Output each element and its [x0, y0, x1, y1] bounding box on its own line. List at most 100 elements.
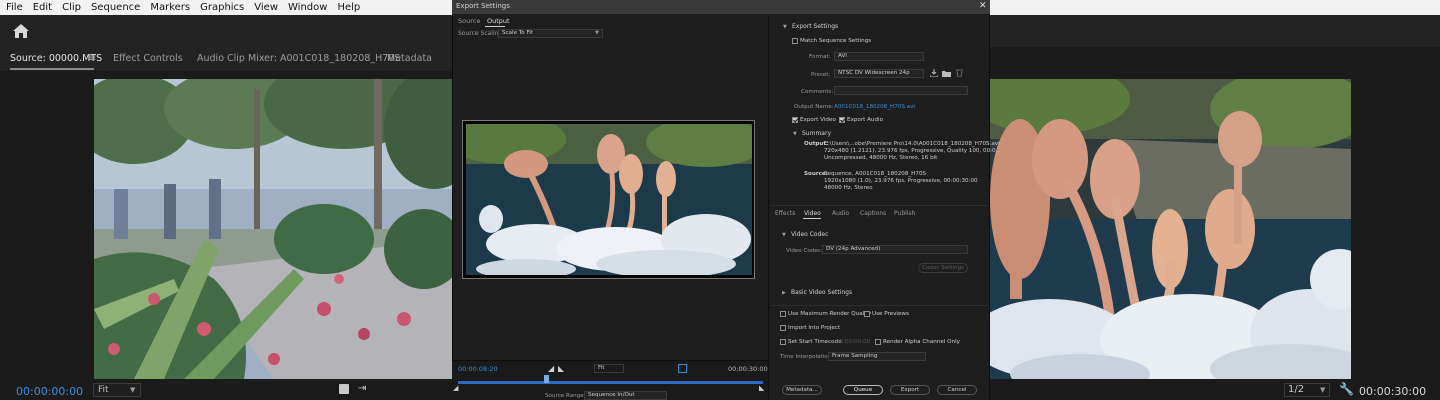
summary-output-line: C:\Users\...obe\Premiere Pro\14.0\A001C0…: [824, 141, 1000, 147]
close-icon[interactable]: ✕: [979, 1, 987, 11]
max-render-quality-checkbox[interactable]: [780, 311, 786, 317]
transport-icon[interactable]: ⇥: [358, 383, 366, 394]
collapse-triangle-icon[interactable]: ▼: [783, 24, 787, 30]
match-sequence-checkbox[interactable]: [792, 38, 798, 44]
menu-edit[interactable]: Edit: [33, 0, 52, 15]
source-range-label: Source Range:: [545, 393, 586, 399]
comments-label: Comments:: [801, 89, 834, 95]
export-settings-header: Export Settings: [792, 23, 839, 30]
format-label: Format:: [809, 54, 831, 60]
active-tab-underline: [803, 218, 821, 219]
tab-captions[interactable]: Captions: [860, 210, 886, 217]
timeline-fit-select[interactable]: Fit: [594, 364, 624, 373]
collapse-triangle-icon[interactable]: ▼: [782, 232, 786, 238]
timeline-track[interactable]: [458, 381, 763, 384]
import-into-project-checkbox[interactable]: [780, 325, 786, 331]
chevron-down-icon: ▼: [595, 30, 599, 36]
chevron-down-icon: ▼: [1320, 386, 1326, 394]
import-into-project-label: Import Into Project: [788, 325, 841, 331]
summary-source-line: 1920x1080 (1.0), 23.976 fps, Progressive…: [824, 178, 978, 184]
queue-button[interactable]: Queue: [843, 385, 883, 395]
source-range-select[interactable]: Sequence In/Out: [584, 391, 667, 400]
import-preset-icon[interactable]: [942, 69, 951, 77]
export-audio-checkbox[interactable]: [839, 117, 845, 123]
match-sequence-label: Match Sequence Settings: [800, 38, 872, 44]
aspect-ratio-icon[interactable]: [678, 364, 687, 373]
menu-view[interactable]: View: [254, 0, 278, 15]
expand-triangle-icon[interactable]: ▶: [782, 290, 786, 296]
source-scaling-select[interactable]: Scale To Fit: [498, 29, 603, 38]
wrench-icon[interactable]: 🔧: [1339, 382, 1354, 396]
menu-graphics[interactable]: Graphics: [200, 0, 244, 15]
tab-output[interactable]: Output: [487, 17, 510, 25]
panel-menu-icon[interactable]: ≡: [88, 53, 96, 64]
tab-video[interactable]: Video: [804, 210, 821, 217]
tab-effect-controls[interactable]: Effect Controls: [113, 53, 183, 64]
tab-source[interactable]: Source: [458, 17, 480, 25]
format-select[interactable]: AVI: [834, 52, 924, 61]
video-codec-header: Video Codec: [791, 231, 829, 238]
divider: [770, 205, 988, 206]
chevron-down-icon: ▼: [130, 386, 136, 394]
summary-output-line: 720x480 (1.2121), 23.976 fps, Progressiv…: [824, 148, 1001, 154]
menu-sequence[interactable]: Sequence: [91, 0, 140, 15]
set-start-timecode-label: Set Start Timecode: [788, 339, 842, 345]
export-button[interactable]: Export: [890, 385, 930, 395]
dialog-divider: [768, 15, 769, 400]
in-point-icon[interactable]: ◢: [453, 384, 458, 392]
codec-settings-button[interactable]: Codec Settings: [918, 263, 968, 273]
comments-field[interactable]: [834, 86, 968, 95]
menu-window[interactable]: Window: [288, 0, 327, 15]
render-alpha-checkbox[interactable]: [875, 339, 881, 345]
tab-metadata[interactable]: Metadata: [387, 53, 432, 64]
export-audio-label: Export Audio: [847, 117, 883, 123]
source-timecode[interactable]: 00:00:00:00: [16, 385, 83, 398]
use-previews-checkbox[interactable]: [864, 311, 870, 317]
output-name-label: Output Name:: [794, 104, 834, 110]
render-alpha-label: Render Alpha Channel Only: [883, 339, 960, 345]
tab-audio[interactable]: Audio: [832, 210, 849, 217]
home-icon[interactable]: [12, 23, 30, 39]
program-timecode: 00:00:30:00: [1359, 385, 1427, 398]
export-frame-icon[interactable]: [339, 384, 349, 394]
use-previews-label: Use Previews: [872, 311, 909, 317]
time-interpolation-label: Time Interpolation:: [780, 354, 834, 360]
dialog-title: Export Settings: [456, 2, 510, 10]
summary-source-line: 48000 Hz, Stereo: [824, 185, 873, 191]
save-preset-icon[interactable]: [930, 69, 938, 77]
tab-effects[interactable]: Effects: [775, 210, 795, 217]
mark-out-icon[interactable]: ◣: [558, 364, 564, 373]
metadata-button[interactable]: Metadata...: [782, 385, 822, 395]
export-video-checkbox[interactable]: [792, 117, 798, 123]
timeline-current-timecode[interactable]: 00:00:08:20: [458, 365, 498, 373]
cancel-button[interactable]: Cancel: [937, 385, 977, 395]
output-name-link[interactable]: A001C018_180208_H70S.avi: [834, 104, 915, 110]
export-video-label: Export Video: [800, 117, 836, 123]
basic-video-settings-header: Basic Video Settings: [791, 289, 853, 296]
active-tab-underline: [485, 26, 505, 27]
playhead[interactable]: [544, 375, 549, 383]
menu-file[interactable]: File: [6, 0, 23, 15]
tab-publish[interactable]: Publish: [894, 210, 915, 217]
summary-output-line: Uncompressed, 48000 Hz, Stereo, 16 bit: [824, 155, 938, 161]
delete-preset-icon[interactable]: [956, 69, 963, 77]
summary-header: Summary: [802, 130, 831, 137]
active-tab-underline: [10, 68, 94, 70]
menu-markers[interactable]: Markers: [150, 0, 190, 15]
program-video-frame: [990, 79, 1351, 379]
divider: [770, 305, 988, 306]
video-codec-select[interactable]: DV (24p Advanced): [822, 245, 968, 254]
source-video-frame: [94, 79, 452, 379]
menu-clip[interactable]: Clip: [62, 0, 81, 15]
mark-in-icon[interactable]: ◢: [548, 364, 554, 373]
collapse-triangle-icon[interactable]: ▼: [793, 131, 797, 137]
preset-select[interactable]: NTSC DV Widescreen 24p: [834, 69, 924, 78]
tab-audio-clip-mixer[interactable]: Audio Clip Mixer: A001C018_180208_H70S: [197, 53, 400, 64]
out-point-icon[interactable]: ◣: [759, 384, 764, 392]
time-interpolation-select[interactable]: Frame Sampling: [828, 352, 926, 361]
menu-help[interactable]: Help: [337, 0, 360, 15]
output-preview-video: [466, 124, 752, 275]
dialog-title-bar: [452, 0, 990, 14]
set-start-timecode-checkbox[interactable]: [780, 339, 786, 345]
start-timecode-value[interactable]: 00:00:00:00: [836, 339, 870, 345]
